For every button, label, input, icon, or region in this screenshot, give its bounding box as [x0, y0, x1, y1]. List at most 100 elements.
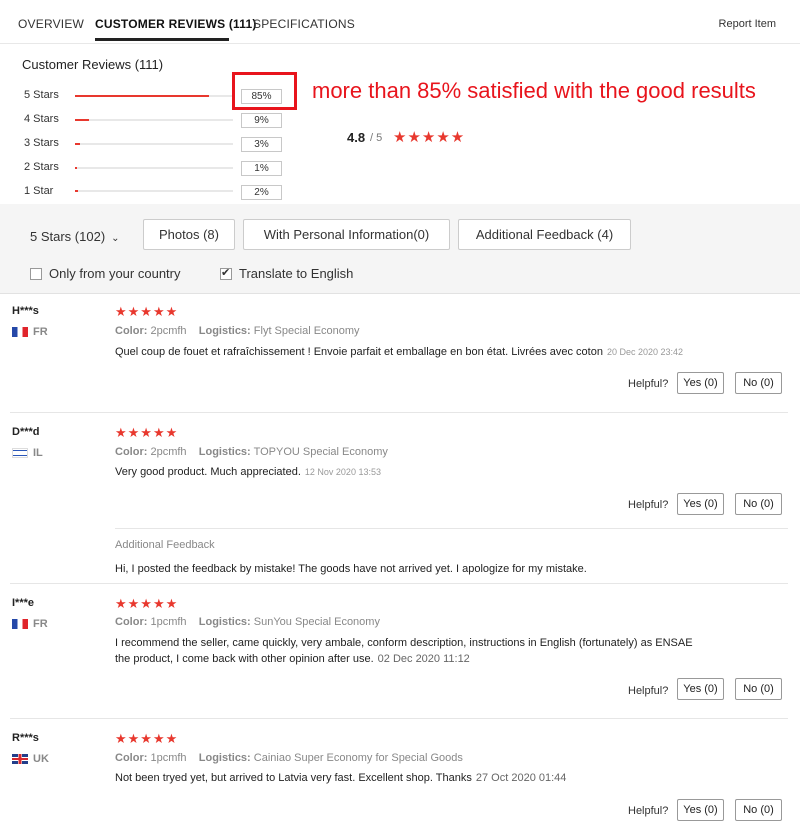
helpful-no-button[interactable]: No (0) — [735, 372, 782, 394]
reviewer-name: D***d — [12, 426, 40, 438]
helpful-label: Helpful? — [628, 805, 669, 817]
flag-uk-icon — [12, 754, 28, 764]
review-star-icons: ★★★★★ — [115, 731, 179, 746]
logistics-value: Flyt Special Economy — [253, 325, 360, 337]
annotation-highlight-box — [232, 72, 297, 110]
additional-feedback-title: Additional Feedback — [115, 539, 215, 551]
only-country-option[interactable]: Only from your country — [30, 266, 181, 281]
flag-fr-icon — [12, 619, 28, 629]
tab-overview[interactable]: OVERVIEW — [18, 17, 84, 31]
review-divider — [10, 412, 788, 413]
logistics-label: Logistics: — [198, 446, 251, 458]
rating-percent-2: 1% — [241, 161, 282, 176]
review-text: Quel coup de fouet et rafraîchissement !… — [115, 346, 603, 358]
logistics-value: SunYou Special Economy — [253, 616, 380, 628]
review-text: Not been tryed yet, but arrived to Latvi… — [115, 772, 472, 784]
review-meta: Color: 2pcmfh Logistics: Flyt Special Ec… — [115, 325, 360, 337]
reviewer-name: I***e — [12, 597, 35, 609]
report-item-link[interactable]: Report Item — [719, 18, 776, 30]
active-tab-indicator — [95, 38, 229, 41]
helpful-no-button[interactable]: No (0) — [735, 799, 782, 821]
review-date: 27 Oct 2020 01:44 — [475, 772, 567, 784]
helpful-label: Helpful? — [628, 378, 669, 390]
translate-checkbox[interactable] — [220, 266, 232, 280]
reviews-summary-title: Customer Reviews (111) — [22, 57, 164, 72]
chevron-down-icon: ⌄ — [111, 233, 120, 244]
logistics-value: TOPYOU Special Economy — [253, 446, 388, 458]
review-date: 02 Dec 2020 11:12 — [377, 653, 470, 665]
review-text: Very good product. Much appreciated. — [115, 466, 301, 478]
helpful-yes-button[interactable]: Yes (0) — [677, 493, 724, 515]
only-country-label: Only from your country — [49, 266, 181, 281]
rating-bar-4 — [75, 119, 233, 121]
color-value: 2pcmfh — [150, 325, 187, 337]
helpful-label: Helpful? — [628, 499, 669, 511]
country-code: IL — [33, 447, 43, 459]
flag-fr-icon — [12, 327, 28, 337]
rating-bar-fill-2 — [75, 167, 77, 169]
reviewer-country: IL — [12, 447, 43, 459]
personal-info-filter-button[interactable]: With Personal Information(0) — [243, 219, 450, 250]
rating-label-5: 5 Stars — [24, 89, 59, 101]
reviewer-country: FR — [12, 326, 48, 338]
logistics-label: Logistics: — [198, 325, 251, 337]
rating-bar-fill-4 — [75, 119, 90, 121]
reviewer-country: FR — [12, 618, 48, 630]
review-text-block: Quel coup de fouet et rafraîchissement !… — [115, 344, 683, 360]
star-filter-dropdown[interactable]: 5 Stars (102) ⌄ — [30, 229, 120, 244]
review-text-block: Very good product. Much appreciated. 12 N… — [115, 464, 381, 480]
additional-feedback-divider — [115, 528, 788, 529]
rating-bar-2 — [75, 167, 233, 169]
rating-percent-3: 3% — [241, 137, 282, 152]
tab-specifications[interactable]: SPECIFICATIONS — [253, 17, 355, 31]
rating-label-1: 1 Star — [24, 185, 54, 197]
reviewer-country: UK — [12, 753, 49, 765]
tab-bar: OVERVIEW CUSTOMER REVIEWS (111) SPECIFIC… — [0, 0, 800, 44]
average-star-icons: ★★★★★ — [393, 129, 466, 146]
rating-label-2: 2 Stars — [24, 161, 59, 173]
helpful-no-button[interactable]: No (0) — [735, 493, 782, 515]
review-divider — [10, 718, 788, 719]
helpful-no-button[interactable]: No (0) — [735, 678, 782, 700]
translate-option[interactable]: Translate to English — [220, 266, 353, 281]
helpful-yes-button[interactable]: Yes (0) — [677, 799, 724, 821]
additional-feedback-text: Hi, I posted the feedback by mistake! Th… — [115, 563, 587, 575]
average-rating: 4.8 — [347, 130, 366, 145]
translate-label: Translate to English — [239, 266, 354, 281]
color-value: 1pcmfh — [150, 616, 187, 628]
reviewer-name: H***s — [12, 305, 39, 317]
color-label: Color: — [115, 446, 148, 458]
review-text-line-1: I recommend the seller, came quickly, ve… — [115, 637, 693, 649]
flag-il-icon — [12, 448, 28, 458]
logistics-label: Logistics: — [198, 616, 251, 628]
star-filter-value: 5 Stars (102) — [30, 229, 106, 244]
photos-filter-button[interactable]: Photos (8) — [143, 219, 235, 250]
helpful-yes-button[interactable]: Yes (0) — [677, 678, 724, 700]
country-code: UK — [33, 753, 49, 765]
additional-feedback-filter-button[interactable]: Additional Feedback (4) — [458, 219, 631, 250]
helpful-label: Helpful? — [628, 685, 669, 697]
logistics-value: Cainiao Super Economy for Special Goods — [253, 752, 463, 764]
reviewer-name: R***s — [12, 732, 39, 744]
rating-bar-fill-1 — [75, 190, 79, 192]
color-value: 2pcmfh — [150, 446, 187, 458]
rating-bar-5 — [75, 95, 233, 97]
color-label: Color: — [115, 616, 148, 628]
review-date: 20 Dec 2020 23:42 — [606, 347, 684, 357]
tab-customer-reviews[interactable]: CUSTOMER REVIEWS (111) — [95, 17, 257, 31]
review-meta: Color: 1pcmfh Logistics: SunYou Special … — [115, 616, 380, 628]
only-country-checkbox[interactable] — [30, 267, 42, 280]
review-text-line-2: the product, I come back with other opin… — [115, 653, 374, 665]
average-rating-max: / 5 — [370, 132, 383, 144]
review-star-icons: ★★★★★ — [115, 304, 179, 319]
country-code: FR — [33, 618, 48, 630]
review-star-icons: ★★★★★ — [115, 425, 179, 440]
rating-percent-1: 2% — [241, 185, 282, 200]
rating-bar-1 — [75, 190, 233, 192]
review-text-block: Not been tryed yet, but arrived to Latvi… — [115, 770, 566, 786]
logistics-label: Logistics: — [198, 752, 251, 764]
rating-percent-4: 9% — [241, 113, 282, 128]
review-text-block: the product, I come back with other opin… — [115, 651, 470, 667]
helpful-yes-button[interactable]: Yes (0) — [677, 372, 724, 394]
review-star-icons: ★★★★★ — [115, 596, 179, 611]
